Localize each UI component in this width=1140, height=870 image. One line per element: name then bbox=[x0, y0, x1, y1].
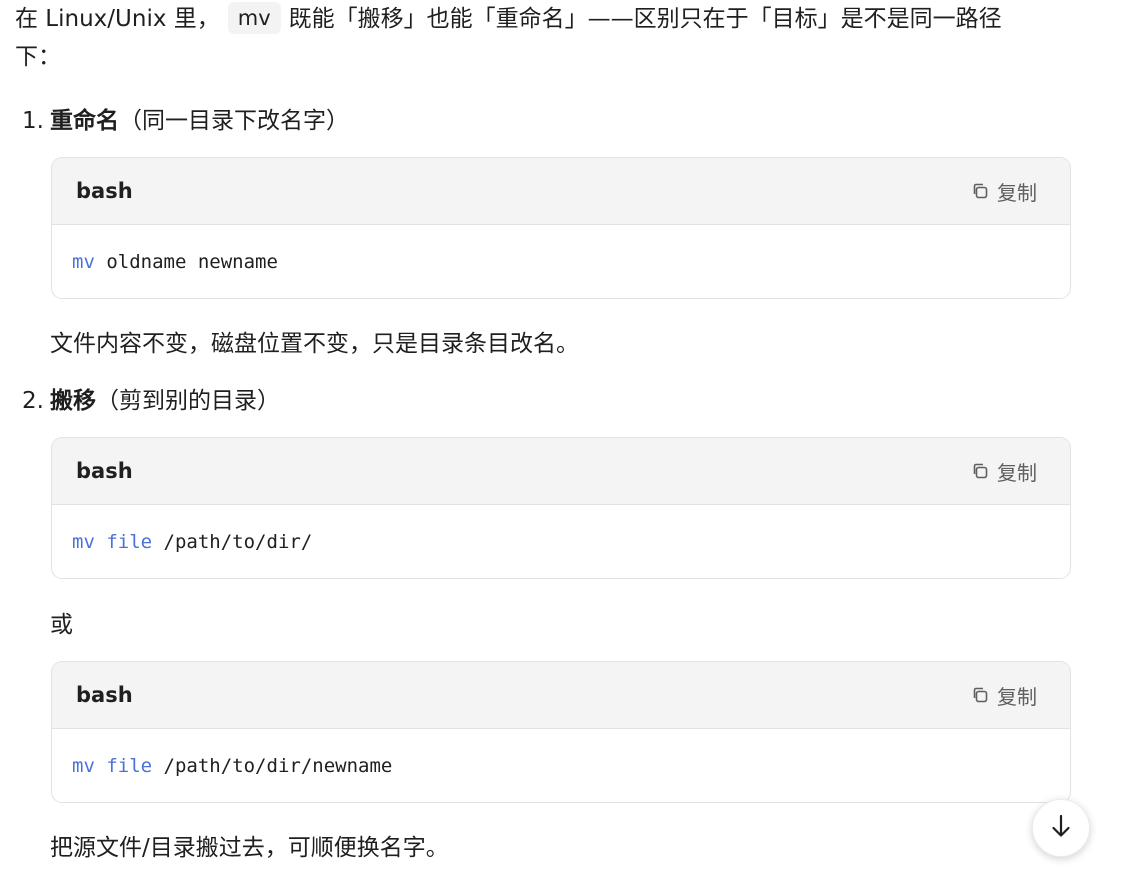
copy-icon bbox=[971, 686, 989, 704]
code-text: /path/to/dir/ bbox=[152, 530, 313, 553]
scroll-down-button[interactable] bbox=[1032, 799, 1090, 857]
code-content: mv file /path/to/dir/newname bbox=[52, 729, 1070, 802]
copy-label: 复制 bbox=[997, 684, 1037, 709]
copy-label: 复制 bbox=[997, 180, 1037, 205]
move-note: 把源文件/目录搬过去，可顺便换名字。 bbox=[50, 835, 449, 861]
inline-code-mv: mv bbox=[227, 2, 281, 34]
list-title: 重命名 bbox=[49, 108, 119, 134]
copy-icon bbox=[971, 462, 989, 480]
code-keyword: file bbox=[106, 530, 153, 553]
code-header: bash 复制 bbox=[52, 662, 1070, 729]
list-subtitle: （剪到别的目录） bbox=[95, 388, 280, 414]
code-keyword: mv bbox=[72, 754, 95, 777]
copy-label: 复制 bbox=[997, 460, 1037, 485]
code-language-label: bash bbox=[76, 683, 133, 707]
code-text: /path/to/dir/newname bbox=[152, 754, 393, 777]
intro-text-before: 在 Linux/Unix 里， bbox=[15, 6, 220, 32]
code-language-label: bash bbox=[76, 459, 133, 483]
code-header: bash 复制 bbox=[52, 438, 1070, 505]
list-subtitle: （同一目录下改名字） bbox=[118, 108, 349, 134]
arrow-down-icon bbox=[1050, 813, 1072, 843]
list-number: 1. bbox=[22, 108, 44, 134]
intro-paragraph: 在 Linux/Unix 里， mv 既能「搬移」也能「重命名」——区别只在于「目标… bbox=[15, 0, 1045, 76]
copy-button[interactable]: 复制 bbox=[971, 457, 1037, 486]
code-block-move: bash 复制 mv file /path/to/dir/ bbox=[51, 437, 1071, 579]
code-language-label: bash bbox=[76, 179, 133, 203]
code-header: bash 复制 bbox=[52, 158, 1070, 225]
or-text: 或 bbox=[50, 612, 73, 638]
code-content: mv file /path/to/dir/ bbox=[52, 505, 1070, 578]
code-text: oldname newname bbox=[94, 250, 278, 273]
copy-button[interactable]: 复制 bbox=[971, 681, 1037, 710]
code-block-move-rename: bash 复制 mv file /path/to/dir/newname bbox=[51, 661, 1071, 803]
list-number: 2. bbox=[22, 388, 44, 414]
code-block-rename: bash 复制 mv oldname newname bbox=[51, 157, 1071, 299]
rename-note: 文件内容不变，磁盘位置不变，只是目录条目改名。 bbox=[50, 331, 579, 357]
code-keyword: mv bbox=[72, 530, 95, 553]
code-keyword: mv bbox=[72, 250, 95, 273]
list-item-rename: 1. 重命名（同一目录下改名字） bbox=[22, 103, 349, 139]
copy-icon bbox=[971, 182, 989, 200]
code-keyword: file bbox=[106, 754, 153, 777]
list-title: 搬移 bbox=[49, 388, 96, 414]
copy-button[interactable]: 复制 bbox=[971, 177, 1037, 206]
code-content: mv oldname newname bbox=[52, 225, 1070, 298]
list-item-move: 2. 搬移（剪到别的目录） bbox=[22, 383, 280, 419]
